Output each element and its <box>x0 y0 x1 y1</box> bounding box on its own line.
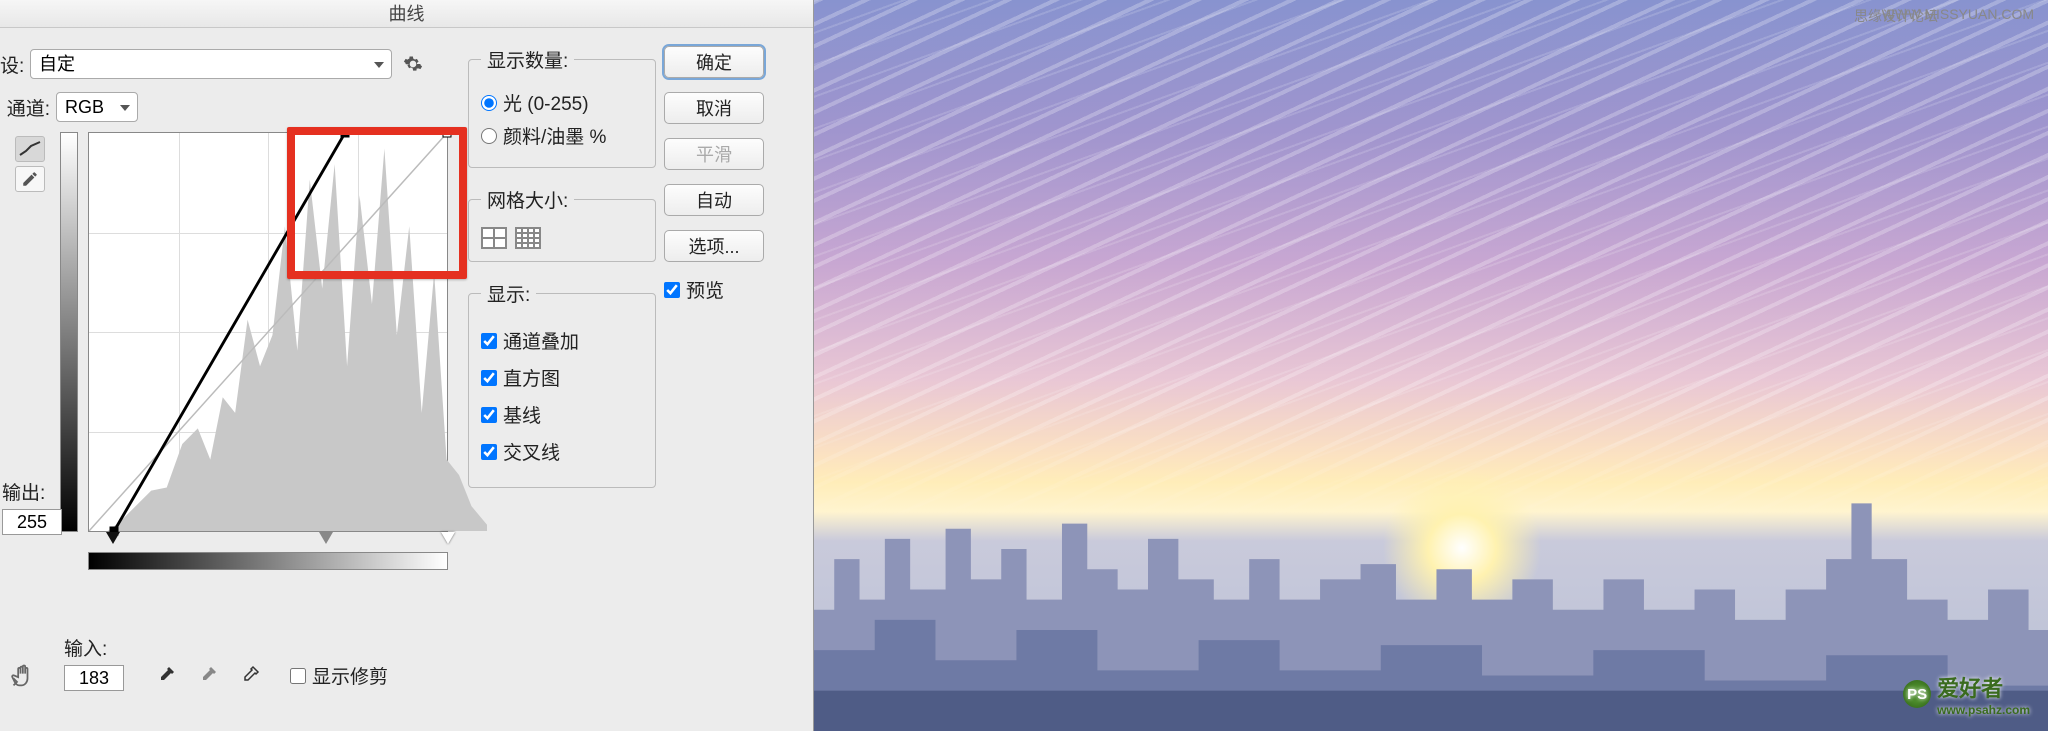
hand-tool-icon[interactable] <box>4 661 44 691</box>
eyedropper-black-icon[interactable] <box>152 665 180 689</box>
show-baseline[interactable]: 基线 <box>481 401 643 428</box>
preview-image: 思缘设计论坛 WWW.MISSYUAN.COM PS 爱好者 www.psahz… <box>814 0 2048 731</box>
show-clipping-checkbox[interactable]: 显示修剪 <box>290 662 388 689</box>
auto-button[interactable]: 自动 <box>664 184 764 216</box>
input-gradient <box>88 552 448 570</box>
watermark-bottom: PS 爱好者 www.psahz.com <box>1903 671 2030 717</box>
curves-dialog: 曲线 设: 自定 通道: RGB <box>0 0 814 731</box>
smooth-button: 平滑 <box>664 138 764 170</box>
show-legend: 显示: <box>481 280 536 307</box>
show-group: 显示: 通道叠加 直方图 基线 交叉线 <box>468 280 656 488</box>
gray-point-slider[interactable] <box>319 532 333 544</box>
preview-checkbox[interactable]: 预览 <box>664 276 802 303</box>
ok-button[interactable]: 确定 <box>664 46 764 78</box>
preset-label: 设: <box>0 51 30 78</box>
grid-fine-button[interactable] <box>515 227 541 249</box>
eyedropper-white-icon[interactable] <box>236 665 264 689</box>
curve-tool-pencil[interactable] <box>15 166 45 192</box>
show-intersection[interactable]: 交叉线 <box>481 438 643 465</box>
radio-light[interactable]: 光 (0-255) <box>481 89 643 116</box>
curves-graph[interactable] <box>88 132 448 532</box>
input-value-input[interactable] <box>64 665 124 691</box>
options-button[interactable]: 选项... <box>664 230 764 262</box>
preset-select[interactable]: 自定 <box>30 49 392 79</box>
show-histogram[interactable]: 直方图 <box>481 364 643 391</box>
channel-select[interactable]: RGB <box>56 92 138 122</box>
eyedropper-gray-icon[interactable] <box>194 665 222 689</box>
curve-tool-point[interactable] <box>15 136 45 162</box>
grid-size-group: 网格大小: <box>468 186 656 262</box>
input-label: 输入: <box>64 634 124 661</box>
display-amount-legend: 显示数量: <box>481 46 574 73</box>
watermark-top-url: WWW.MISSYUAN.COM <box>1882 6 2034 22</box>
radio-pigment[interactable]: 颜料/油墨 % <box>481 122 643 149</box>
output-value-input[interactable] <box>2 509 62 535</box>
input-slider[interactable] <box>88 532 448 548</box>
display-amount-group: 显示数量: 光 (0-255) 颜料/油墨 % <box>468 46 656 168</box>
white-point-slider[interactable] <box>441 532 455 544</box>
black-point-slider[interactable] <box>106 532 120 544</box>
cancel-button[interactable]: 取消 <box>664 92 764 124</box>
channel-label: 通道: <box>0 94 56 121</box>
city-skyline <box>814 468 2048 731</box>
show-channel-overlay[interactable]: 通道叠加 <box>481 327 643 354</box>
watermark-logo-icon: PS <box>1903 680 1931 708</box>
show-clipping-label: 显示修剪 <box>312 662 388 689</box>
gear-icon[interactable] <box>400 51 426 77</box>
annotation-highlight-box <box>287 127 467 279</box>
output-label: 输出: <box>2 478 62 505</box>
grid-size-legend: 网格大小: <box>481 186 574 213</box>
preview-label: 预览 <box>686 276 724 303</box>
output-gradient <box>60 132 78 532</box>
dialog-title: 曲线 <box>0 0 813 28</box>
